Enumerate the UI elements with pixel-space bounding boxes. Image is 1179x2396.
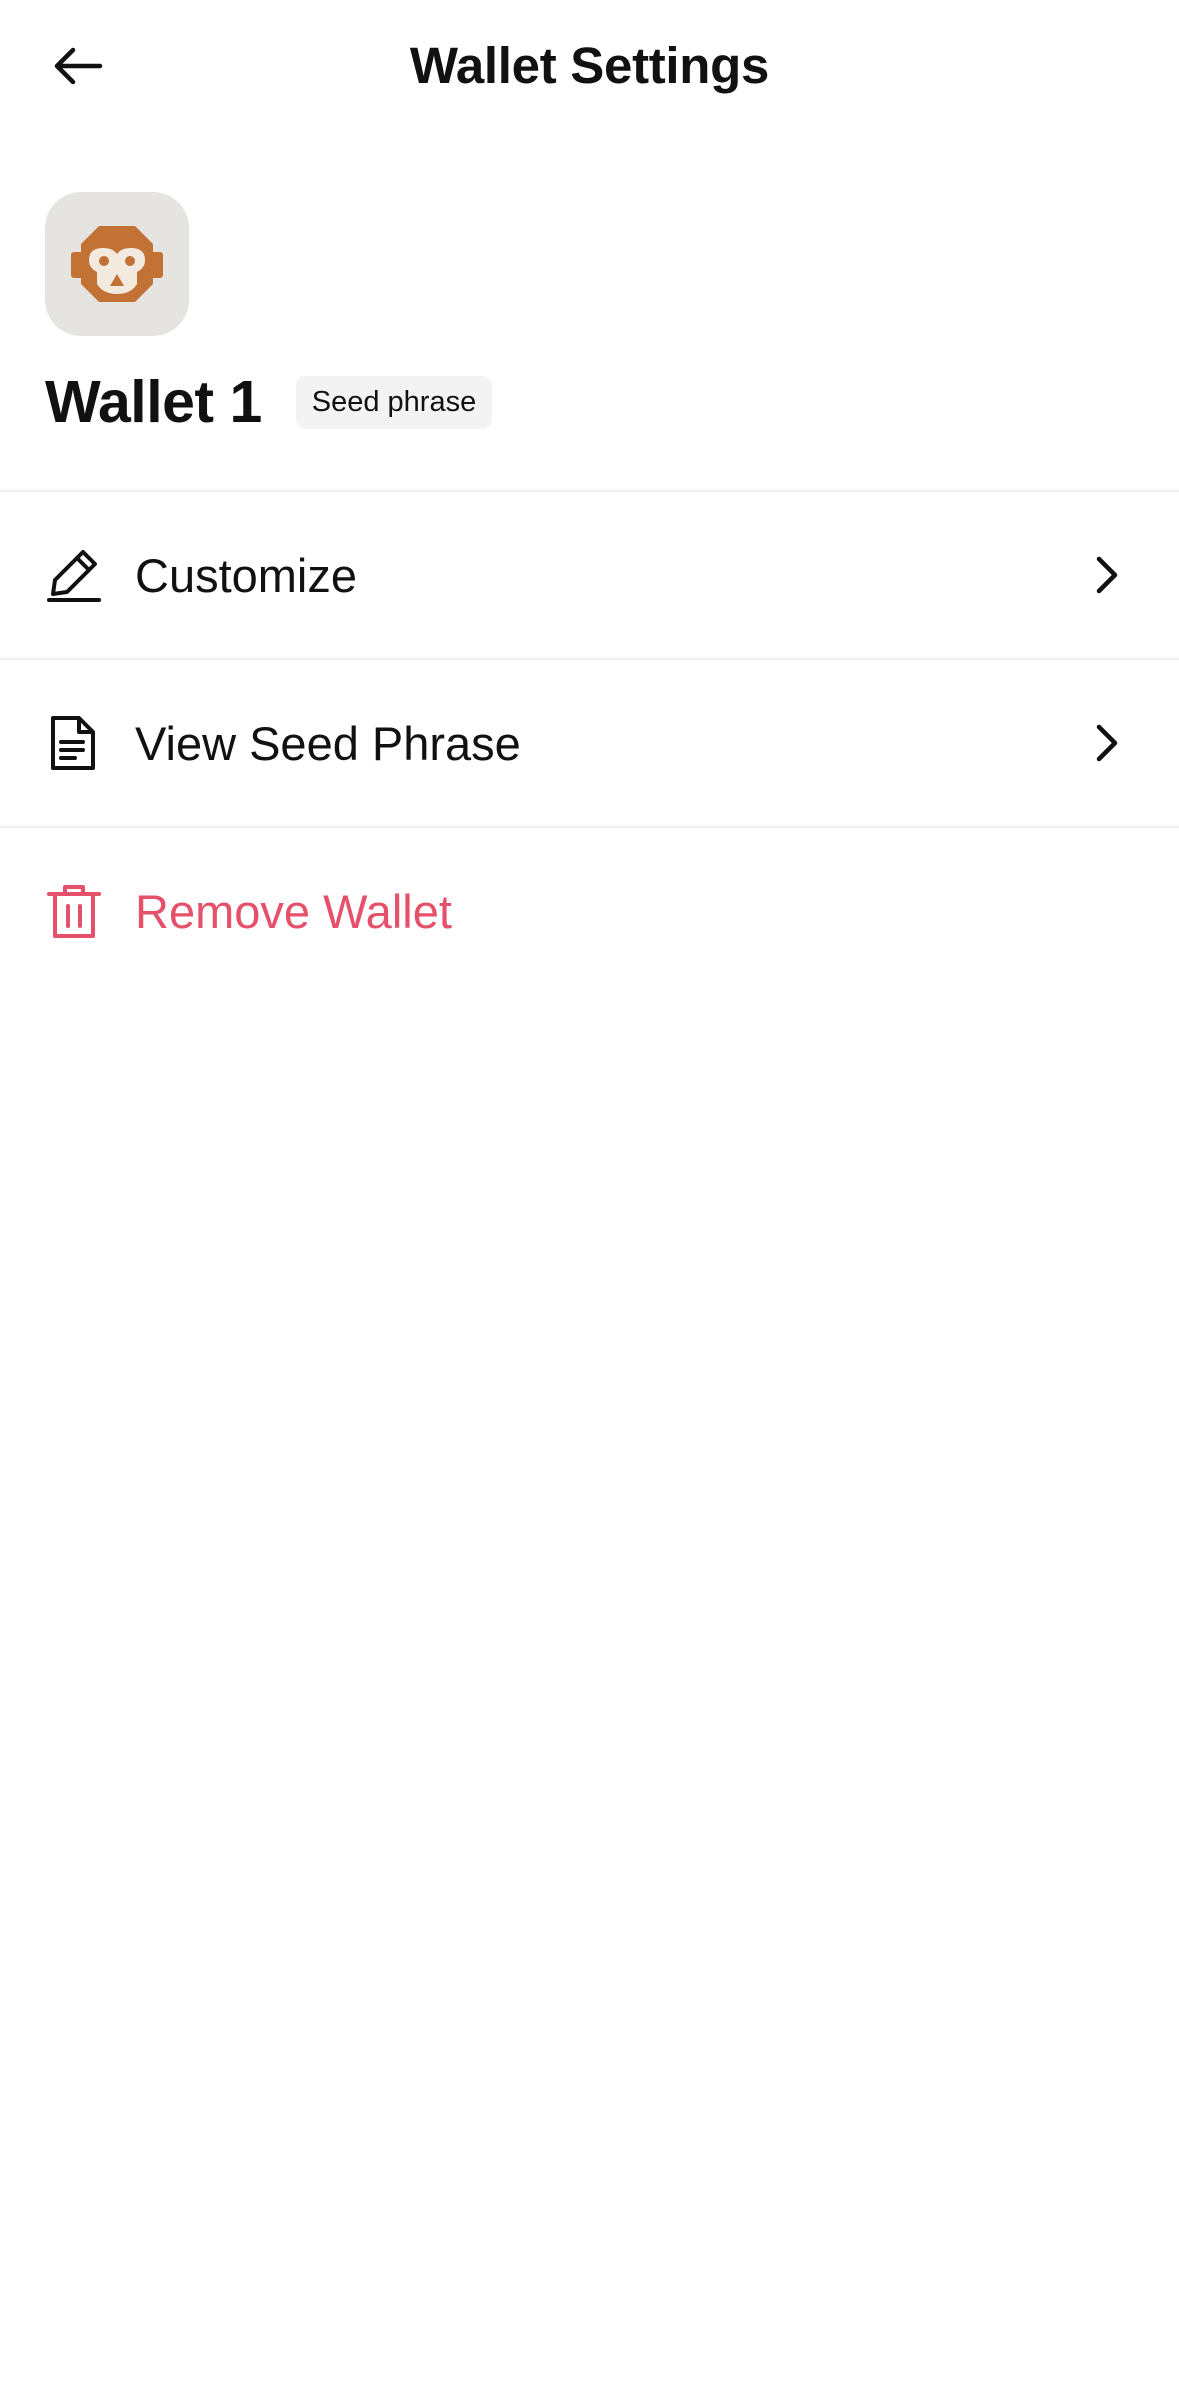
view-seed-phrase-menu-item[interactable]: View Seed Phrase — [0, 660, 1179, 828]
customize-menu-item[interactable]: Customize — [0, 492, 1179, 660]
remove-wallet-menu-item[interactable]: Remove Wallet — [0, 828, 1179, 994]
customize-label: Customize — [135, 548, 358, 602]
wallet-settings-page: Wallet Settings Wallet 1 Seed phrase Cus… — [0, 0, 1179, 2396]
monkey-face-icon — [71, 226, 163, 302]
chevron-right-icon — [1087, 555, 1127, 595]
document-icon — [45, 714, 103, 772]
wallet-type-badge: Seed phrase — [295, 375, 493, 429]
view-seed-phrase-label: View Seed Phrase — [135, 716, 521, 770]
page-title: Wallet Settings — [409, 37, 770, 94]
header: Wallet Settings — [0, 0, 1179, 135]
wallet-avatar — [45, 192, 189, 336]
wallet-info: Wallet 1 Seed phrase — [0, 135, 1179, 492]
wallet-name-row: Wallet 1 Seed phrase — [45, 368, 493, 436]
pencil-icon — [45, 546, 103, 604]
remove-wallet-label: Remove Wallet — [135, 884, 452, 938]
wallet-name: Wallet 1 — [45, 369, 262, 435]
trash-icon — [45, 882, 103, 940]
chevron-right-icon — [1087, 723, 1127, 763]
